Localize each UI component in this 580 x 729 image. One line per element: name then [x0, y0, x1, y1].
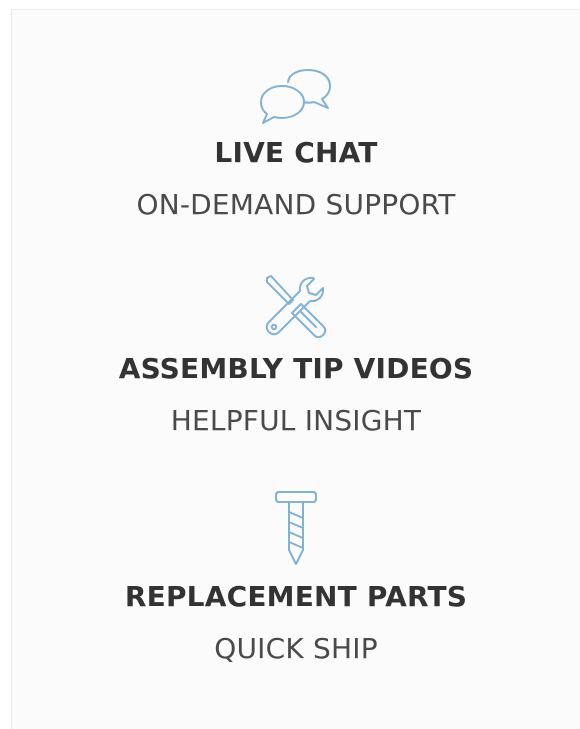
- feature-subtitle: ON-DEMAND SUPPORT: [136, 188, 456, 221]
- chat-bubbles-icon: [260, 69, 331, 124]
- feature-replacement-parts: REPLACEMENT PARTS QUICK SHIP: [12, 488, 580, 666]
- feature-live-chat: LIVE CHAT ON-DEMAND SUPPORT: [12, 68, 580, 222]
- feature-assembly-tip-videos: ASSEMBLY TIP VIDEOS HELPFUL INSIGHT: [12, 274, 580, 438]
- support-features-panel: LIVE CHAT ON-DEMAND SUPPORT ASSEMBLY TIP…: [11, 9, 580, 729]
- feature-subtitle: HELPFUL INSIGHT: [170, 404, 422, 437]
- feature-title: REPLACEMENT PARTS: [124, 580, 468, 613]
- feature-subtitle: QUICK SHIP: [214, 632, 378, 665]
- screwdriver-wrench-icon: [265, 275, 327, 338]
- feature-title: LIVE CHAT: [214, 136, 378, 169]
- screw-icon: [275, 491, 317, 565]
- feature-title: ASSEMBLY TIP VIDEOS: [118, 352, 474, 385]
